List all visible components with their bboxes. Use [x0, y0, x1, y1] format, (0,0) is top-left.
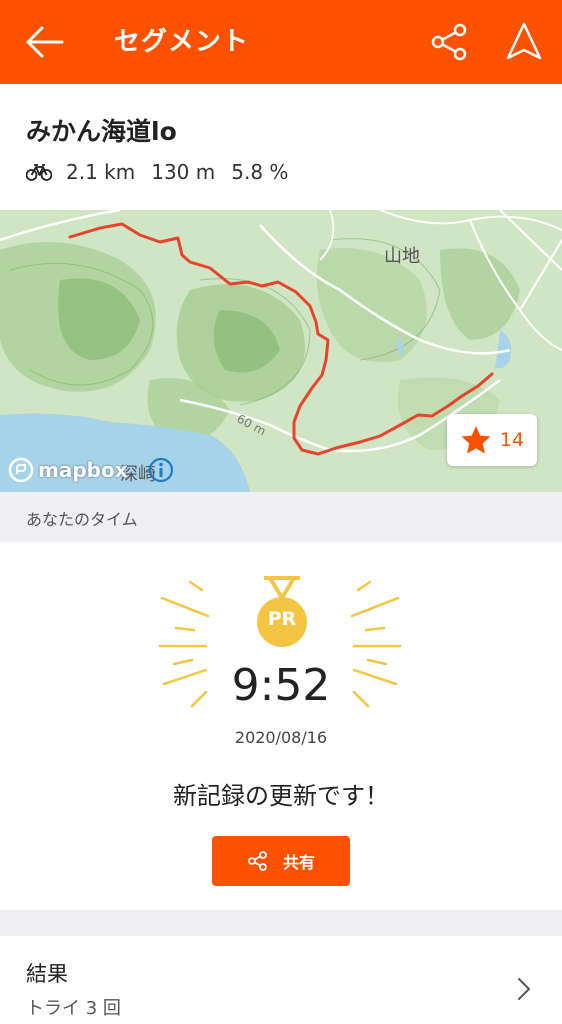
navigate-icon[interactable]	[502, 20, 546, 64]
mapbox-logo: mapbox	[8, 454, 128, 486]
page-title: セグメント	[114, 27, 250, 57]
segment-name: みかん海道lo	[26, 117, 177, 146]
map-place-label: 山地	[384, 246, 420, 267]
pr-badge: PR	[267, 608, 297, 630]
your-time-section-header: あなたのタイム	[0, 492, 562, 542]
mapbox-attribution: mapbox	[38, 458, 128, 482]
star-icon	[461, 426, 491, 454]
segment-stats: 2.1 km 130 m 5.8 %	[26, 158, 304, 186]
segment-elevation: 130 m	[151, 160, 216, 184]
back-arrow-icon[interactable]	[22, 22, 66, 62]
star-segment-button[interactable]: 14	[447, 414, 537, 466]
star-count: 14	[499, 429, 525, 451]
segment-map[interactable]: 山地 60 m 深崎 mapbox 14	[0, 210, 562, 492]
share-button[interactable]: 共有	[212, 836, 350, 886]
section-divider	[0, 910, 562, 936]
results-title: 結果	[26, 962, 68, 986]
segment-header: みかん海道lo 2.1 km 130 m 5.8 %	[0, 84, 562, 210]
section-label: あなたのタイム	[26, 510, 138, 529]
pr-message: 新記録の更新です！	[173, 782, 389, 810]
segment-distance: 2.1 km	[66, 160, 136, 184]
results-subtitle: トライ 3 回	[26, 998, 121, 1019]
top-app-bar: セグメント	[0, 0, 562, 84]
mapbox-icon	[8, 457, 34, 483]
share-icon	[248, 851, 267, 871]
chevron-right-icon	[518, 978, 530, 1000]
personal-record-card: PR 9:52 2020/08/16 新記録の更新です！ 共有	[0, 542, 562, 910]
share-icon[interactable]	[428, 20, 472, 64]
pr-date: 2020/08/16	[234, 728, 328, 747]
share-button-label: 共有	[282, 853, 315, 872]
pr-time: 9:52	[231, 660, 331, 711]
bicycle-icon	[26, 164, 52, 181]
segment-grade: 5.8 %	[231, 160, 289, 184]
info-icon[interactable]	[148, 457, 174, 483]
results-row[interactable]: 結果 トライ 3 回	[0, 936, 562, 1024]
